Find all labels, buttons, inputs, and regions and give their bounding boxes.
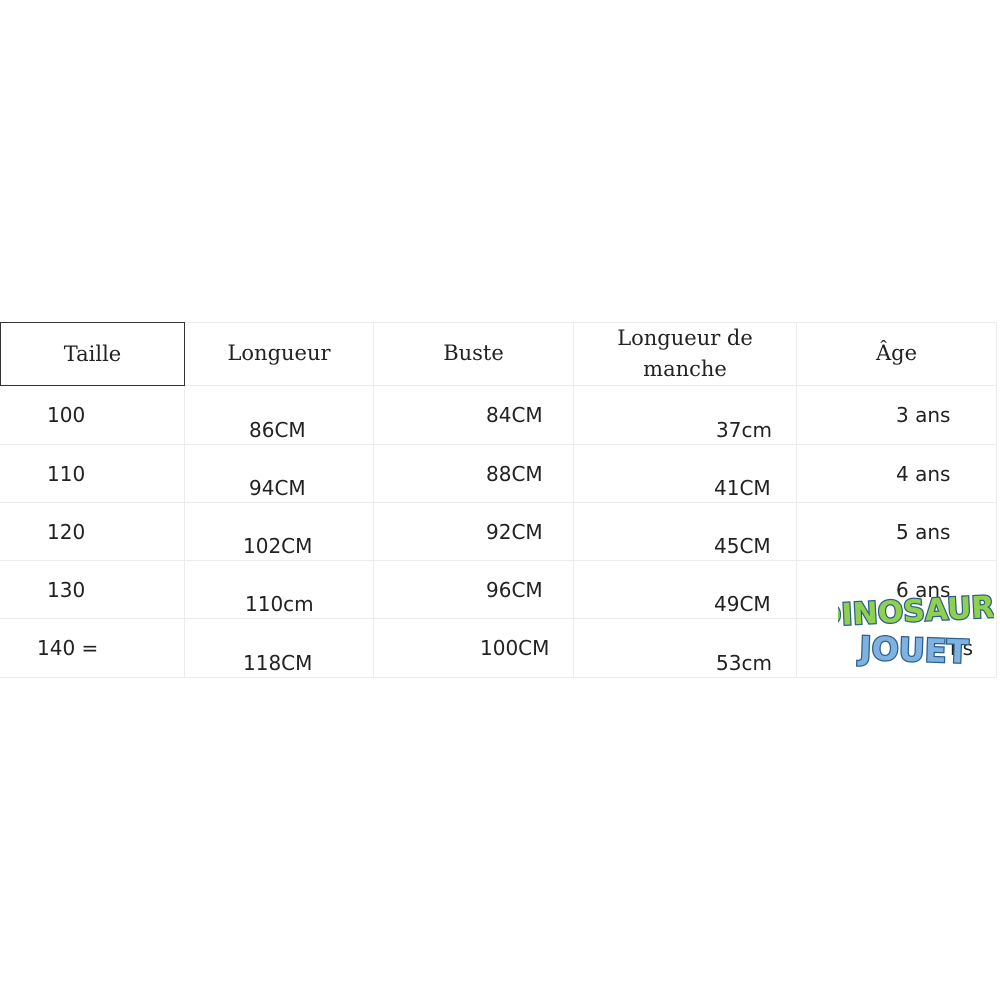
cell-taille: 120	[47, 520, 86, 544]
cell-age: 3 ans	[896, 403, 951, 427]
cell-buste: 100CM	[480, 636, 550, 660]
cell-manche: 49CM	[714, 592, 771, 616]
cell-buste: 88CM	[486, 462, 543, 486]
header-buste: Buste	[443, 341, 504, 365]
header-longueur: Longueur	[227, 341, 331, 365]
grid-line	[373, 322, 374, 678]
header-longueur-manche-line1: Longueur de	[617, 326, 753, 350]
grid-line	[0, 502, 997, 503]
cell-manche: 37cm	[716, 418, 772, 442]
cell-longueur: 94CM	[249, 476, 306, 500]
cell-longueur: 86CM	[249, 418, 306, 442]
cell-manche: 53cm	[716, 651, 772, 675]
cell-manche: 45CM	[714, 534, 771, 558]
header-longueur-manche: Longueur de manche	[574, 323, 796, 385]
cell-longueur: 118CM	[243, 651, 313, 675]
grid-line	[0, 444, 997, 445]
grid-line	[0, 677, 997, 678]
cell-age: 5 ans	[896, 520, 951, 544]
header-longueur-manche-line2: manche	[643, 357, 727, 381]
grid-line	[996, 322, 997, 678]
cell-longueur: 110cm	[245, 592, 314, 616]
cell-age: 4 ans	[896, 462, 951, 486]
cell-manche: 41CM	[714, 476, 771, 500]
header-taille-label: Taille	[63, 341, 122, 366]
cell-taille: 100	[47, 403, 86, 427]
logo-line2: JOUET	[857, 629, 969, 671]
cell-buste: 92CM	[486, 520, 543, 544]
header-age: Âge	[875, 341, 918, 365]
grid-line	[796, 322, 797, 678]
cell-buste: 84CM	[486, 403, 543, 427]
dinosaure-jouet-logo: DINOSAURE JOUET	[838, 588, 994, 673]
cell-taille: 110	[47, 462, 86, 486]
cell-longueur: 102CM	[243, 534, 313, 558]
logo-line1: DINOSAURE	[838, 589, 994, 634]
cell-buste: 96CM	[486, 578, 543, 602]
header-taille: Taille	[0, 322, 185, 386]
cell-taille: 130	[47, 578, 86, 602]
grid-line	[0, 560, 997, 561]
cell-taille: 140 =	[37, 636, 99, 660]
